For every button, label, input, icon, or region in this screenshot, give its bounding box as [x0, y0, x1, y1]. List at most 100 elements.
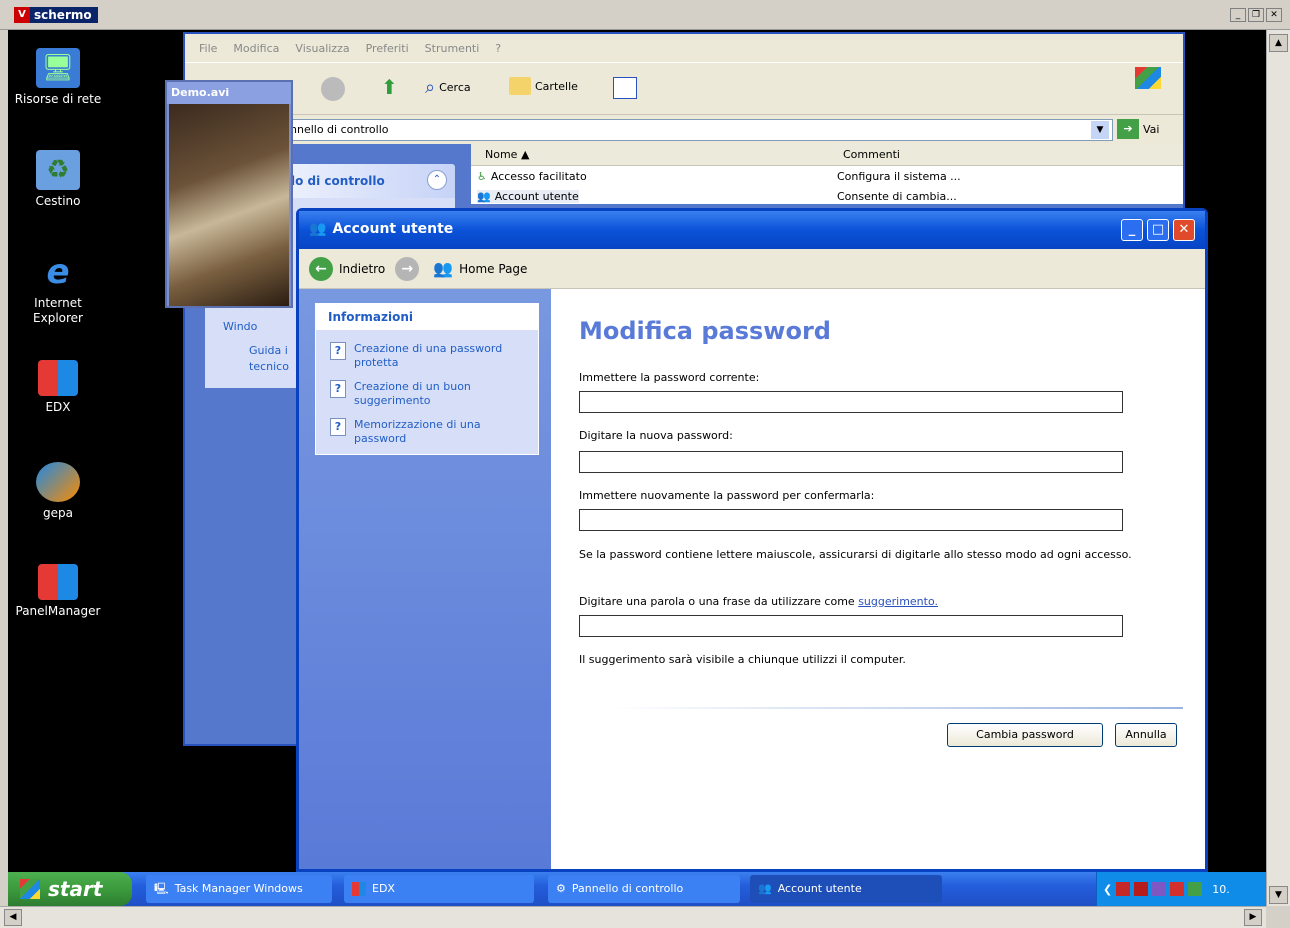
- control-panel-menubar: File Modifica Visualizza Preferiti Strum…: [185, 34, 1183, 62]
- new-password-field[interactable]: [579, 451, 1123, 473]
- hint-field[interactable]: [579, 615, 1123, 637]
- change-password-panel: Modifica password Immettere la password …: [551, 289, 1205, 869]
- menu-file[interactable]: File: [199, 42, 217, 55]
- desktop-icon-label: Internet Explorer: [33, 296, 83, 325]
- menu-tools[interactable]: Strumenti: [425, 42, 480, 55]
- viewer-titlebar: V schermo _ ❐ ✕: [0, 0, 1290, 30]
- help-icon: ?: [330, 342, 346, 360]
- task-edx[interactable]: EDX: [344, 875, 534, 903]
- list-item[interactable]: ♿ Accesso facilitato: [477, 170, 587, 183]
- viewer-minimize-button[interactable]: _: [1230, 8, 1246, 22]
- video-overlay-title: Demo.avi: [167, 82, 291, 104]
- menu-edit[interactable]: Modifica: [233, 42, 279, 55]
- home-users-icon: 👥: [433, 259, 454, 278]
- page-title: Modifica password: [579, 317, 831, 345]
- hint-visibility-note: Il suggerimento sarà visibile a chiunque…: [579, 653, 906, 666]
- user-accounts-titlebar: 👥 Account utente _ □ ✕: [299, 211, 1205, 249]
- task-manager-icon: 🖳: [154, 882, 169, 895]
- forward-icon[interactable]: →: [395, 256, 420, 281]
- viewer-title-text: schermo: [34, 8, 92, 22]
- address-input[interactable]: nnello di controllo: [285, 119, 1113, 141]
- cp-sidebar-link-tech[interactable]: tecnico: [249, 360, 289, 373]
- scroll-down-icon[interactable]: ▼: [1269, 886, 1288, 904]
- divider: [611, 707, 1183, 709]
- info-panel: Informazioni ? Creazione di una password…: [315, 303, 539, 455]
- home-page-button[interactable]: 👥 Home Page: [433, 259, 527, 278]
- network-icon: 🖥: [36, 48, 80, 88]
- column-header-comments[interactable]: Commenti: [833, 144, 1183, 166]
- change-password-button[interactable]: Cambia password: [947, 723, 1103, 747]
- info-link-strong-password[interactable]: ? Creazione di una password protetta: [330, 342, 530, 370]
- user-accounts-title-text: Account utente: [332, 221, 454, 237]
- menu-help[interactable]: ?: [495, 42, 501, 55]
- close-button[interactable]: ✕: [1173, 219, 1195, 241]
- windows-logo-icon: [20, 879, 40, 899]
- column-comments-label: Commenti: [843, 148, 900, 161]
- list-item-name: Account utente: [494, 190, 579, 203]
- folders-button-label: Cartelle: [535, 79, 578, 93]
- maximize-button[interactable]: □: [1147, 219, 1169, 241]
- cancel-button[interactable]: Annulla: [1115, 723, 1177, 747]
- video-overlay-window[interactable]: Demo.avi: [165, 80, 293, 308]
- desktop-icon-recycle-bin[interactable]: ♻ Cestino: [8, 150, 108, 209]
- back-button[interactable]: ← Indietro: [309, 256, 386, 281]
- tray-expand-icon[interactable]: ❮: [1103, 883, 1112, 896]
- search-button[interactable]: ⌕ Cerca: [425, 77, 471, 98]
- back-button-label: Indietro: [339, 261, 386, 276]
- user-accounts-title: 👥 Account utente: [309, 221, 453, 237]
- desktop-icon-edx[interactable]: EDX: [8, 360, 108, 415]
- task-user-accounts[interactable]: 👥 Account utente: [750, 875, 942, 903]
- minimize-button[interactable]: _: [1121, 219, 1143, 241]
- current-password-label: Immettere la password corrente:: [579, 371, 760, 384]
- vertical-scrollbar[interactable]: ▲ ▼: [1266, 30, 1290, 906]
- control-panel-list: Nome ▲ Commenti ♿ Accesso facilitato Con…: [471, 144, 1183, 204]
- cp-sidebar-link-help[interactable]: Guida i: [249, 344, 288, 357]
- task-label: Pannello di controllo: [571, 882, 684, 895]
- views-icon[interactable]: [613, 77, 637, 99]
- viewer-window-buttons: _ ❐ ✕: [1230, 8, 1282, 22]
- new-password-label: Digitare la nuova password:: [579, 429, 733, 442]
- horizontal-scrollbar[interactable]: ◀ ▶: [0, 906, 1266, 928]
- desktop-icon-label: EDX: [45, 400, 71, 414]
- desktop-icon-gepa[interactable]: gepa: [8, 462, 108, 521]
- up-folder-icon[interactable]: ⬆: [381, 75, 398, 99]
- forward-icon[interactable]: [321, 77, 345, 101]
- folders-button[interactable]: Cartelle: [509, 77, 578, 95]
- desktop-icon-network[interactable]: 🖥 Risorse di rete: [8, 48, 108, 107]
- viewer-close-button[interactable]: ✕: [1266, 8, 1282, 22]
- column-name-label: Nome: [485, 148, 518, 161]
- network-tray-icon[interactable]: [1116, 882, 1131, 896]
- recycle-bin-icon: ♻: [36, 150, 80, 190]
- address-dropdown-icon[interactable]: ▼: [1091, 121, 1109, 139]
- control-panel-icon: ⚙: [556, 882, 566, 895]
- tray-icon[interactable]: [1152, 882, 1167, 896]
- system-tray: ❮ 10.: [1096, 872, 1266, 906]
- hint-link[interactable]: suggerimento.: [858, 595, 938, 608]
- cp-sidebar-link-windows[interactable]: Windo: [223, 320, 257, 333]
- tray-icon[interactable]: [1188, 882, 1203, 896]
- column-header-name[interactable]: Nome ▲: [471, 144, 833, 166]
- network-tray-icon[interactable]: [1134, 882, 1149, 896]
- search-button-label: Cerca: [439, 81, 471, 94]
- viewer-app-icon: V: [14, 7, 30, 23]
- tray-icon[interactable]: [1170, 882, 1185, 896]
- start-button[interactable]: start: [8, 872, 132, 906]
- scroll-up-icon[interactable]: ▲: [1269, 34, 1288, 52]
- scroll-right-icon[interactable]: ▶: [1244, 909, 1262, 926]
- task-task-manager[interactable]: 🖳 Task Manager Windows: [146, 875, 332, 903]
- info-link-good-hint[interactable]: ? Creazione di un buon suggerimento: [330, 380, 530, 408]
- clock[interactable]: 10.: [1212, 883, 1230, 896]
- task-control-panel[interactable]: ⚙ Pannello di controllo: [548, 875, 740, 903]
- menu-favorites[interactable]: Preferiti: [366, 42, 409, 55]
- desktop-icon-panelmanager[interactable]: PanelManager: [8, 564, 108, 619]
- current-password-field[interactable]: [579, 391, 1123, 413]
- collapse-icon[interactable]: ⌃: [427, 170, 447, 190]
- menu-view[interactable]: Visualizza: [295, 42, 349, 55]
- list-item[interactable]: 👥 Account utente: [477, 190, 579, 203]
- go-button[interactable]: ➔ Vai: [1117, 119, 1159, 139]
- scroll-left-icon[interactable]: ◀: [4, 909, 22, 926]
- viewer-restore-button[interactable]: ❐: [1248, 8, 1264, 22]
- info-link-remember-password[interactable]: ? Memorizzazione di una password: [330, 418, 530, 446]
- desktop-icon-ie[interactable]: e Internet Explorer: [8, 252, 108, 326]
- confirm-password-field[interactable]: [579, 509, 1123, 531]
